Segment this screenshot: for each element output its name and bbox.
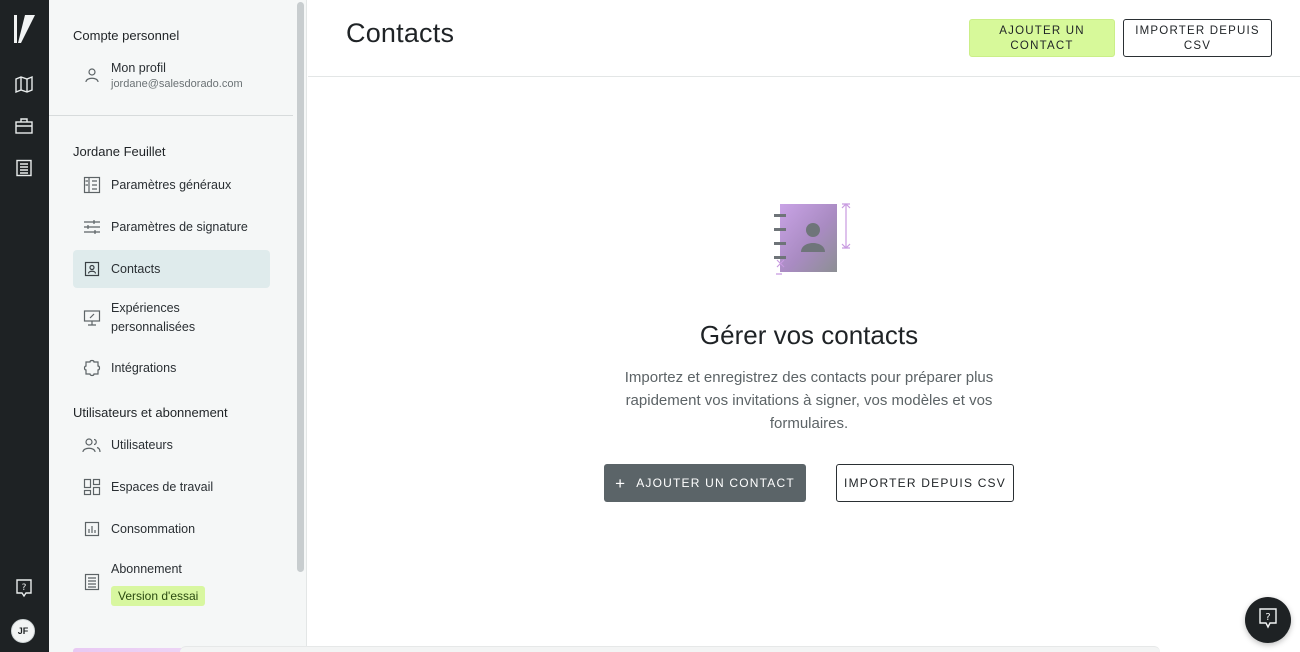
sidebar-item-general-settings[interactable]: Paramètres généraux (73, 166, 270, 204)
monitor-pen-icon (82, 308, 102, 328)
button-label: AJOUTER UN CONTACT (636, 476, 795, 490)
sidebar-item-label: Intégrations (111, 360, 177, 375)
empty-state-title: Gérer vos contacts (699, 320, 919, 350)
section-title-users: Utilisateurs et abonnement (73, 405, 228, 420)
section-title-org: Jordane Feuillet (73, 144, 166, 159)
sidebar-item-workspaces[interactable]: Espaces de travail (73, 468, 270, 506)
page-title: Contacts (346, 18, 455, 48)
import-csv-button[interactable]: IMPORTER DEPUIS CSV (1123, 19, 1272, 57)
empty-import-csv-button[interactable]: IMPORTER DEPUIS CSV (836, 464, 1014, 502)
profile-email: jordane@salesdorado.com (111, 78, 243, 90)
avatar[interactable]: JF (11, 619, 35, 643)
help-icon: ? (1258, 607, 1278, 634)
trial-badge: Version d'essai (111, 586, 206, 606)
sidebar-item-label: Paramètres généraux (111, 177, 232, 192)
sidebar-item-consumption[interactable]: Consommation (73, 510, 270, 548)
users-icon (82, 435, 102, 455)
empty-state-description: Importez et enregistrez des contacts pou… (624, 369, 994, 432)
sidebar-item-label: Mon profil (111, 61, 166, 75)
sidebar-item-profile[interactable]: Mon profil jordane@salesdorado.com (73, 56, 270, 98)
page-header: Contacts AJOUTER UN CONTACT IMPORTER DEP… (308, 0, 1300, 77)
briefcase-icon[interactable] (12, 114, 36, 138)
settings-sidebar: Compte personnel Mon profil jordane@sale… (49, 0, 307, 652)
contact-card-icon (82, 259, 102, 279)
bottom-panel-edge (180, 646, 1160, 652)
contact-book-illustration-icon (770, 200, 854, 280)
map-icon[interactable] (12, 72, 36, 96)
svg-text:?: ? (1265, 612, 1270, 623)
sidebar-item-integrations[interactable]: Intégrations (73, 349, 270, 387)
sidebar-item-experiences[interactable]: Expériences personnalisées (73, 298, 270, 338)
sidebar-item-label: Espaces de travail (111, 479, 214, 494)
sidebar-item-contacts[interactable]: Contacts (73, 250, 270, 288)
sidebar-item-label: Abonnement (111, 562, 182, 576)
sidebar-item-users[interactable]: Utilisateurs (73, 426, 270, 464)
plus-icon: + (615, 473, 627, 493)
add-contact-button[interactable]: AJOUTER UN CONTACT (969, 19, 1115, 57)
help-chat-button[interactable]: ? (1245, 597, 1291, 643)
sidebar-item-label: Paramètres de signature (111, 219, 248, 234)
logo-icon[interactable] (11, 14, 37, 44)
sidebar-item-signature-settings[interactable]: Paramètres de signature (73, 208, 270, 246)
document-list-icon[interactable] (12, 156, 36, 180)
bar-chart-icon (82, 519, 102, 539)
section-title-personal: Compte personnel (73, 28, 180, 43)
sidebar-item-label: Consommation (111, 521, 196, 536)
help-icon[interactable]: ? (12, 576, 36, 600)
sidebar-item-label: Contacts (111, 261, 161, 276)
sidebar-scrollbar[interactable] (297, 2, 304, 572)
user-icon (82, 65, 102, 85)
empty-add-contact-button[interactable]: + AJOUTER UN CONTACT (604, 464, 806, 502)
sidebar-item-label: Utilisateurs (111, 437, 173, 452)
svg-text:?: ? (22, 583, 27, 593)
app-rail: ? JF (0, 0, 49, 652)
building-settings-icon (82, 175, 102, 195)
sliders-icon (82, 217, 102, 237)
workspace-grid-icon (82, 477, 102, 497)
puzzle-icon (82, 358, 102, 378)
sidebar-item-label: Expériences personnalisées (111, 301, 196, 334)
receipt-icon (82, 572, 102, 592)
sidebar-item-subscription[interactable]: Abonnement (73, 552, 270, 591)
divider (49, 115, 293, 116)
